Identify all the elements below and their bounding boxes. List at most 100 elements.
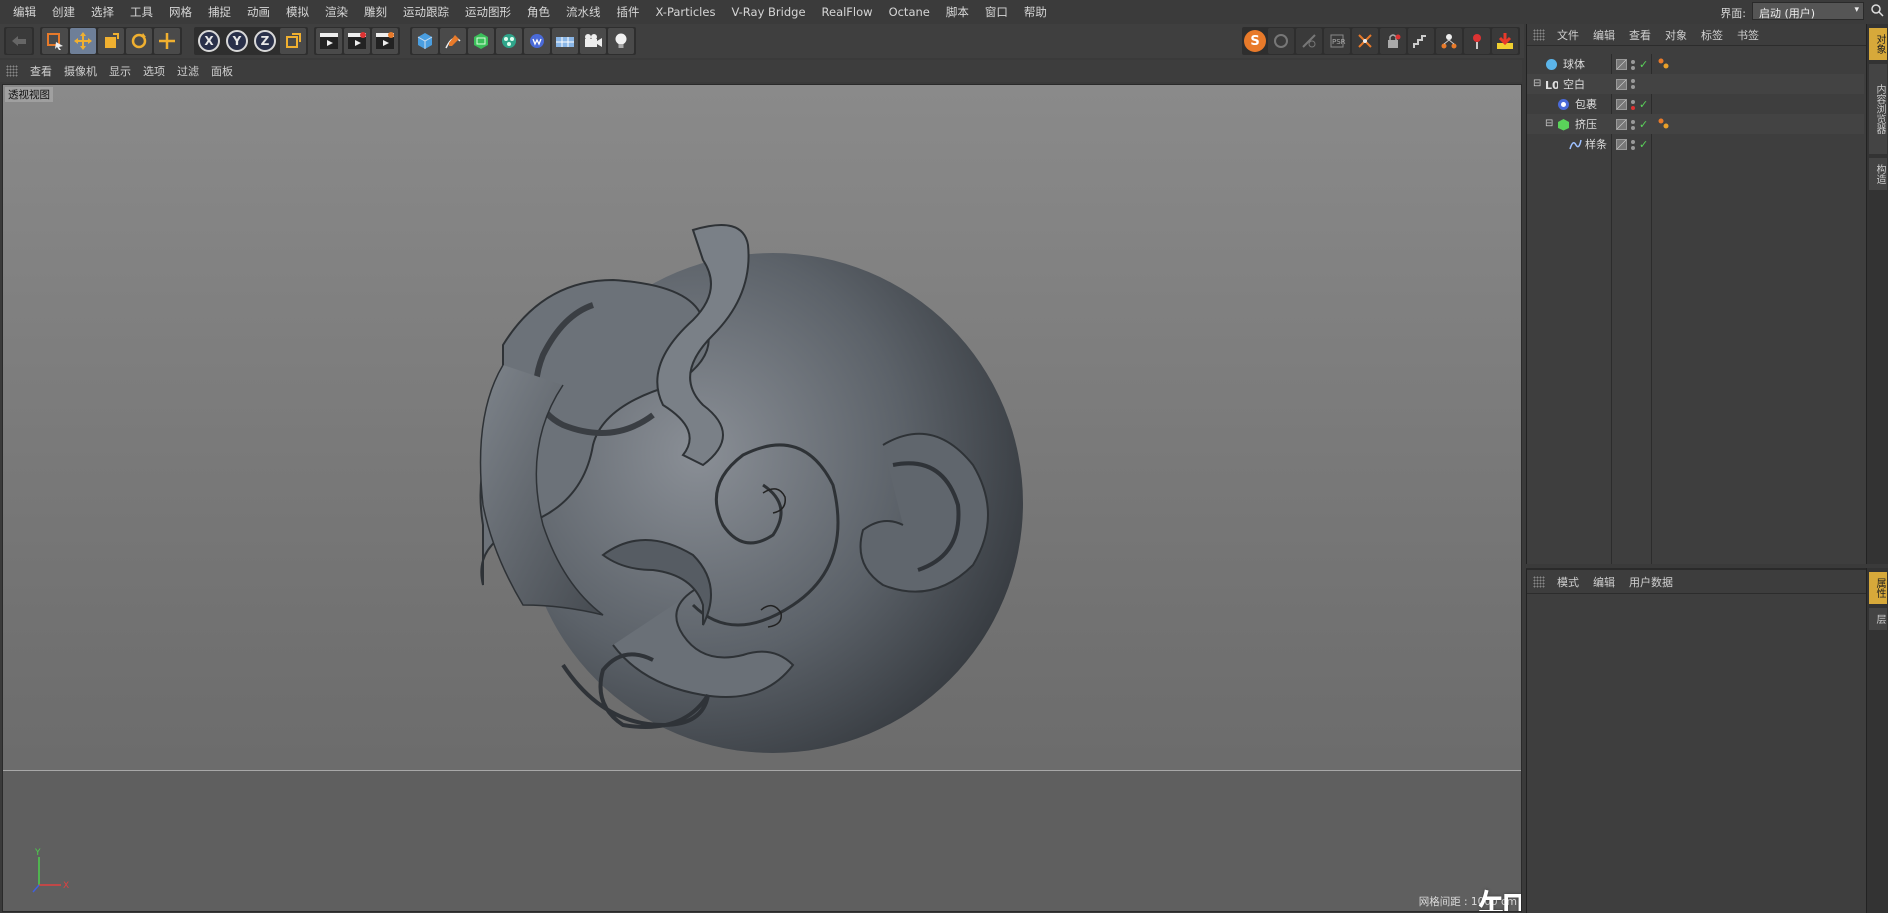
menu-pipeline[interactable]: 流水线: [559, 4, 610, 20]
viewport-menu-cameras[interactable]: 摄像机: [58, 63, 103, 79]
plugin-download-button[interactable]: [1492, 28, 1518, 54]
viewport-menu-filter[interactable]: 过滤: [171, 63, 205, 79]
enabled-check-icon[interactable]: ✓: [1639, 98, 1648, 111]
plugin-s-button[interactable]: S: [1244, 30, 1266, 52]
layout-select[interactable]: 启动 (用户) ▾: [1752, 2, 1864, 20]
menu-help[interactable]: 帮助: [1017, 4, 1056, 20]
layer-icon[interactable]: [1616, 119, 1627, 130]
perspective-viewport[interactable]: 透视视图 Y X 网格间距: 1000 cm: [2, 84, 1522, 912]
viewport-menu-display[interactable]: 显示: [103, 63, 137, 79]
visibility-dots-icon[interactable]: [1630, 139, 1636, 151]
layer-icon[interactable]: [1616, 78, 1627, 90]
visibility-dots-icon[interactable]: [1630, 119, 1636, 131]
menu-script[interactable]: 脚本: [939, 4, 978, 20]
scale-tool-button[interactable]: [98, 28, 124, 54]
enabled-check-icon[interactable]: ✓: [1639, 138, 1648, 151]
om-menu-bookmarks[interactable]: 书签: [1731, 27, 1767, 43]
collapse-toggle-icon[interactable]: ⊟: [1545, 118, 1553, 129]
add-cube-button[interactable]: [412, 28, 438, 54]
plugin-nodes-button[interactable]: [1436, 28, 1462, 54]
viewport-menu-view[interactable]: 查看: [24, 63, 58, 79]
visibility-dots-icon[interactable]: [1630, 99, 1636, 111]
layer-icon[interactable]: [1616, 139, 1627, 150]
plugin-pin-button[interactable]: [1464, 28, 1490, 54]
add-floor-button[interactable]: [552, 28, 578, 54]
menu-plugins[interactable]: 插件: [610, 4, 649, 20]
grip-icon[interactable]: [1533, 28, 1545, 41]
om-menu-objects[interactable]: 对象: [1659, 27, 1695, 43]
menu-render[interactable]: 渲染: [318, 4, 357, 20]
am-menu-edit[interactable]: 编辑: [1587, 574, 1623, 590]
add-camera-button[interactable]: [580, 28, 606, 54]
layer-icon[interactable]: [1616, 99, 1627, 110]
menu-snap[interactable]: 捕捉: [201, 4, 240, 20]
collapse-toggle-icon[interactable]: ⊟: [1533, 78, 1541, 89]
menu-create[interactable]: 创建: [45, 4, 84, 20]
object-row-spline[interactable]: 样条 ✓: [1527, 134, 1864, 154]
last-tool-button[interactable]: [154, 28, 180, 54]
enabled-check-icon[interactable]: ✓: [1639, 118, 1648, 131]
menu-character[interactable]: 角色: [520, 4, 559, 20]
visibility-dots-icon[interactable]: [1630, 78, 1636, 90]
rotate-tool-button[interactable]: [126, 28, 152, 54]
render-to-picture-viewer-button[interactable]: [344, 28, 370, 54]
phong-tag-icon[interactable]: [1657, 117, 1671, 131]
add-deformer-button[interactable]: [524, 28, 550, 54]
grip-icon[interactable]: [6, 65, 18, 77]
menu-select[interactable]: 选择: [84, 4, 123, 20]
menu-mograph[interactable]: 运动图形: [458, 4, 520, 20]
side-tab-attributes[interactable]: 属性: [1869, 572, 1887, 604]
menu-vray-bridge[interactable]: V-Ray Bridge: [724, 5, 814, 19]
om-menu-file[interactable]: 文件: [1551, 27, 1587, 43]
am-menu-user-data[interactable]: 用户数据: [1623, 574, 1681, 590]
menu-edit[interactable]: 编辑: [6, 4, 45, 20]
side-tab-content-browser[interactable]: 内容浏览器: [1869, 64, 1887, 154]
add-subdivision-button[interactable]: [468, 28, 494, 54]
menu-motion-tracker[interactable]: 运动跟踪: [396, 4, 458, 20]
enabled-check-icon[interactable]: ✓: [1639, 58, 1648, 71]
am-menu-mode[interactable]: 模式: [1551, 574, 1587, 590]
grip-icon[interactable]: [1533, 575, 1545, 588]
viewport-menu-options[interactable]: 选项: [137, 63, 171, 79]
z-axis-lock-button[interactable]: Z: [252, 28, 278, 54]
search-icon[interactable]: [1870, 3, 1884, 17]
menu-sculpt[interactable]: 雕刻: [357, 4, 396, 20]
layer-icon[interactable]: [1616, 59, 1627, 70]
om-menu-tags[interactable]: 标签: [1695, 27, 1731, 43]
x-axis-lock-button[interactable]: X: [196, 28, 222, 54]
sphere-model[interactable]: [3, 85, 1522, 912]
plugin-disabled-2-button[interactable]: [1296, 28, 1322, 54]
side-tab-structure[interactable]: 构造: [1869, 158, 1887, 190]
menu-octane[interactable]: Octane: [882, 5, 939, 19]
coordinate-system-button[interactable]: [280, 28, 306, 54]
add-light-button[interactable]: [608, 28, 634, 54]
object-row-extrude[interactable]: ⊟ 挤压 ✓: [1527, 114, 1864, 134]
phong-tag-icon[interactable]: [1657, 57, 1671, 71]
live-selection-button[interactable]: [42, 28, 68, 54]
plugin-lock-button[interactable]: [1380, 28, 1406, 54]
om-menu-view[interactable]: 查看: [1623, 27, 1659, 43]
add-cloner-button[interactable]: [496, 28, 522, 54]
object-row-wrap[interactable]: 包裹 ✓: [1527, 94, 1864, 114]
visibility-dots-icon[interactable]: [1630, 59, 1636, 71]
side-tab-objects[interactable]: 对象: [1869, 28, 1887, 60]
menu-tools[interactable]: 工具: [123, 4, 162, 20]
edit-render-settings-button[interactable]: [372, 28, 398, 54]
plugin-stairs-button[interactable]: [1408, 28, 1434, 54]
menu-mesh[interactable]: 网格: [162, 4, 201, 20]
menu-window[interactable]: 窗口: [978, 4, 1017, 20]
om-menu-edit[interactable]: 编辑: [1587, 27, 1623, 43]
add-pen-button[interactable]: [440, 28, 466, 54]
render-view-button[interactable]: [316, 28, 342, 54]
menu-x-particles[interactable]: X-Particles: [649, 5, 725, 19]
side-tab-layers[interactable]: 层: [1869, 608, 1887, 630]
y-axis-lock-button[interactable]: Y: [224, 28, 250, 54]
plugin-psr-button[interactable]: PSR: [1324, 28, 1350, 54]
plugin-arrows-button[interactable]: [1352, 28, 1378, 54]
object-row-sphere[interactable]: 球体 ✓: [1527, 54, 1864, 74]
plugin-disabled-1-button[interactable]: [1268, 28, 1294, 54]
menu-realflow[interactable]: RealFlow: [815, 5, 882, 19]
viewport-menu-panel[interactable]: 面板: [205, 63, 239, 79]
menu-animate[interactable]: 动画: [240, 4, 279, 20]
object-row-null[interactable]: ⊟ L0 空白: [1527, 74, 1864, 94]
